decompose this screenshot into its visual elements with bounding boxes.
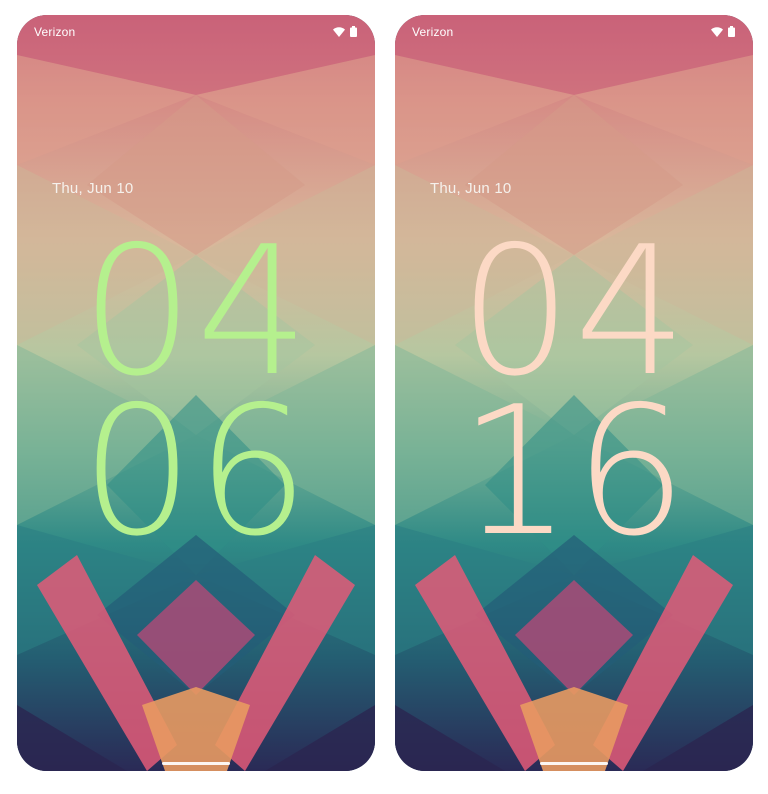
wifi-icon	[711, 26, 723, 37]
lock-screen-right: Verizon Thu, Jun 10 04 16	[395, 15, 753, 771]
home-gesture-bar[interactable]	[162, 762, 230, 765]
lock-screen-left: Verizon Thu, Jun 10 04 06	[17, 15, 375, 771]
comparison-stage: Verizon Thu, Jun 10 04 06 Verizon Thu, J…	[0, 0, 768, 794]
lock-screen-date: Thu, Jun 10	[52, 180, 134, 197]
clock-minutes: 16	[458, 368, 690, 575]
status-icons	[333, 26, 357, 37]
battery-icon	[350, 26, 357, 37]
home-gesture-bar[interactable]	[540, 762, 608, 765]
wifi-icon	[333, 26, 345, 37]
carrier-label: Verizon	[412, 25, 454, 39]
status-bar: Verizon	[395, 15, 753, 49]
clock-minutes: 06	[80, 368, 312, 575]
status-bar: Verizon	[17, 15, 375, 49]
lock-screen-date: Thu, Jun 10	[430, 180, 512, 197]
status-icons	[711, 26, 735, 37]
carrier-label: Verizon	[34, 25, 76, 39]
battery-icon	[728, 26, 735, 37]
